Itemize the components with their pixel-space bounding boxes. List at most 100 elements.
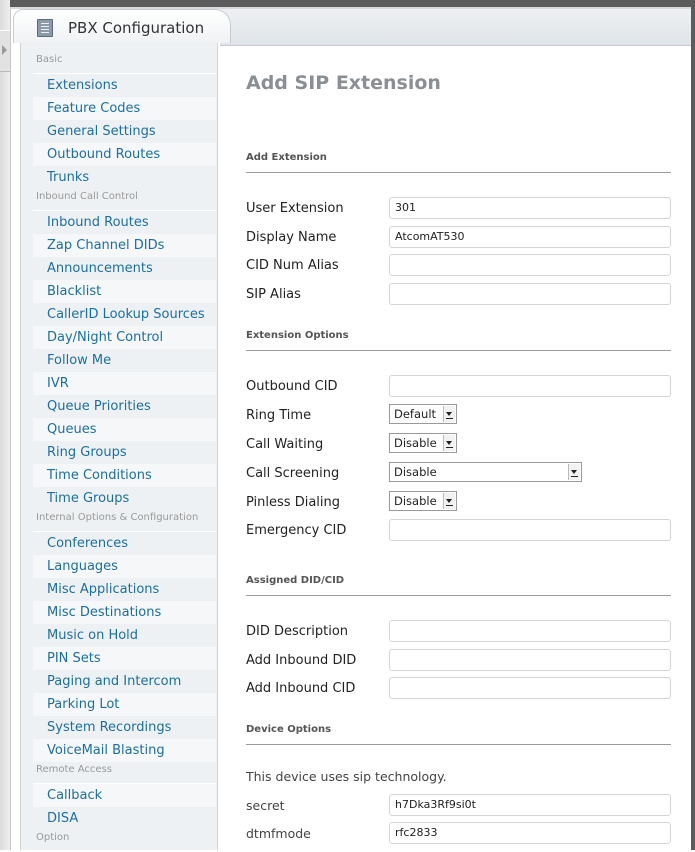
top-border (10, 0, 695, 7)
sidebar-item-follow-me[interactable]: Follow Me (33, 349, 216, 372)
row-outbound-cid: Outbound CID (246, 375, 672, 399)
section-extension-options: Extension Options (246, 330, 671, 351)
page-title: Add SIP Extension (246, 72, 441, 94)
row-display-name: Display Name AtcomAT530 (246, 226, 672, 250)
ring-time-value: Default (394, 407, 437, 421)
dtmfmode-input[interactable]: rfc2833 (389, 822, 671, 844)
sidebar-item-system-recordings[interactable]: System Recordings (33, 716, 216, 739)
secret-input[interactable]: h7Dka3Rf9si0t (389, 794, 671, 816)
pinless-dialing-label: Pinless Dialing (246, 495, 340, 510)
sidebar-item-misc-destinations[interactable]: Misc Destinations (33, 601, 216, 624)
add-inbound-cid-label: Add Inbound CID (246, 681, 356, 696)
sidebar-item-trunks[interactable]: Trunks (33, 166, 216, 189)
tab-strip (220, 9, 695, 46)
outbound-cid-input[interactable] (389, 375, 671, 397)
sidebar-item-paging-intercom[interactable]: Paging and Intercom (33, 670, 216, 693)
sidebar-item-languages[interactable]: Languages (33, 555, 216, 578)
display-name-label: Display Name (246, 230, 337, 245)
ring-time-label: Ring Time (246, 408, 312, 423)
row-add-inbound-did: Add Inbound DID (246, 649, 672, 673)
pinless-dialing-value: Disable (394, 494, 437, 508)
row-call-waiting: Call Waiting Disable (246, 433, 672, 457)
chevron-down-icon (443, 435, 455, 451)
sidebar-item-time-groups[interactable]: Time Groups (33, 487, 216, 510)
emergency-cid-label: Emergency CID (246, 523, 347, 538)
sidebar-item-inbound-routes[interactable]: Inbound Routes (33, 211, 216, 234)
sidebar-item-callback[interactable]: Callback (33, 784, 216, 807)
sidebar-item-conferences[interactable]: Conferences (33, 532, 216, 555)
add-inbound-did-label: Add Inbound DID (246, 653, 357, 668)
sidebar-item-disa[interactable]: DISA (33, 807, 216, 830)
sidebar-item-blacklist[interactable]: Blacklist (33, 280, 216, 303)
sidebar-item-general-settings[interactable]: General Settings (33, 120, 216, 143)
sidebar-item-pin-sets[interactable]: PIN Sets (33, 647, 216, 670)
section-assigned-did: Assigned DID/CID (246, 575, 671, 596)
row-user-extension: User Extension 301 (246, 197, 672, 221)
tab-label: PBX Configuration (68, 19, 205, 37)
document-icon (37, 19, 53, 37)
ring-time-select[interactable]: Default (389, 404, 457, 424)
sidebar-item-music-on-hold[interactable]: Music on Hold (33, 624, 216, 647)
nav-section-basic: Basic (33, 52, 216, 74)
call-waiting-select[interactable]: Disable (389, 433, 457, 453)
chevron-down-icon (568, 464, 580, 480)
sidebar-item-announcements[interactable]: Announcements (33, 257, 216, 280)
row-ring-time: Ring Time Default (246, 404, 672, 428)
sidebar-item-voicemail-blasting[interactable]: VoiceMail Blasting (33, 739, 216, 762)
emergency-cid-input[interactable] (389, 519, 671, 541)
sidebar-item-time-conditions[interactable]: Time Conditions (33, 464, 216, 487)
section-device-options: Device Options (246, 724, 671, 745)
sidebar-item-day-night[interactable]: Day/Night Control (33, 326, 216, 349)
nav-section-inbound: Inbound Call Control (33, 189, 216, 211)
chevron-down-icon (443, 493, 455, 509)
display-name-input[interactable]: AtcomAT530 (389, 226, 671, 248)
row-secret: secret h7Dka3Rf9si0t (246, 794, 672, 818)
left-collapse-gutter[interactable] (0, 0, 11, 850)
secret-label: secret (246, 798, 285, 813)
section-add-extension: Add Extension (246, 152, 671, 173)
nav-section-option: Option (33, 830, 216, 852)
sidebar-item-queues[interactable]: Queues (33, 418, 216, 441)
row-call-screening: Call Screening Disable (246, 462, 672, 486)
row-pinless-dialing: Pinless Dialing Disable (246, 491, 672, 515)
pinless-dialing-select[interactable]: Disable (389, 491, 457, 511)
did-description-input[interactable] (389, 620, 671, 642)
sip-alias-input[interactable] (389, 283, 671, 305)
dtmfmode-label: dtmfmode (246, 826, 311, 841)
sidebar-item-extensions[interactable]: Extensions (33, 74, 216, 97)
sidebar-item-parking-lot[interactable]: Parking Lot (33, 693, 216, 716)
sidebar-item-feature-codes[interactable]: Feature Codes (33, 97, 216, 120)
tab-pbx-configuration[interactable]: PBX Configuration (13, 9, 231, 43)
sidebar-nav: Basic Extensions Feature Codes General S… (33, 52, 216, 852)
sidebar-item-queue-priorities[interactable]: Queue Priorities (33, 395, 216, 418)
user-extension-label: User Extension (246, 201, 344, 216)
sidebar-item-zap-channel-dids[interactable]: Zap Channel DIDs (33, 234, 216, 257)
cid-num-alias-label: CID Num Alias (246, 258, 339, 273)
row-cid-num-alias: CID Num Alias (246, 254, 672, 278)
call-screening-label: Call Screening (246, 466, 340, 481)
right-border (691, 0, 695, 850)
cid-num-alias-input[interactable] (389, 254, 671, 276)
call-waiting-value: Disable (394, 436, 437, 450)
user-extension-input[interactable]: 301 (389, 197, 671, 219)
row-sip-alias: SIP Alias (246, 283, 672, 307)
call-screening-value: Disable (394, 465, 437, 479)
expand-arrow-icon[interactable] (0, 30, 10, 72)
sidebar-item-callerid-lookup[interactable]: CallerID Lookup Sources (33, 303, 216, 326)
sidebar-item-misc-applications[interactable]: Misc Applications (33, 578, 216, 601)
row-emergency-cid: Emergency CID (246, 519, 672, 543)
nav-section-remote-access: Remote Access (33, 762, 216, 784)
add-inbound-cid-input[interactable] (389, 677, 671, 699)
row-did-description: DID Description (246, 620, 672, 644)
chevron-down-icon (443, 406, 455, 422)
sidebar-item-ivr[interactable]: IVR (33, 372, 216, 395)
sidebar-item-ring-groups[interactable]: Ring Groups (33, 441, 216, 464)
add-inbound-did-input[interactable] (389, 649, 671, 671)
call-waiting-label: Call Waiting (246, 437, 324, 452)
row-add-inbound-cid: Add Inbound CID (246, 677, 672, 701)
row-dtmfmode: dtmfmode rfc2833 (246, 822, 672, 846)
sidebar-item-outbound-routes[interactable]: Outbound Routes (33, 143, 216, 166)
call-screening-select[interactable]: Disable (389, 462, 582, 482)
device-technology-note: This device uses sip technology. (246, 769, 447, 784)
sip-alias-label: SIP Alias (246, 287, 301, 302)
